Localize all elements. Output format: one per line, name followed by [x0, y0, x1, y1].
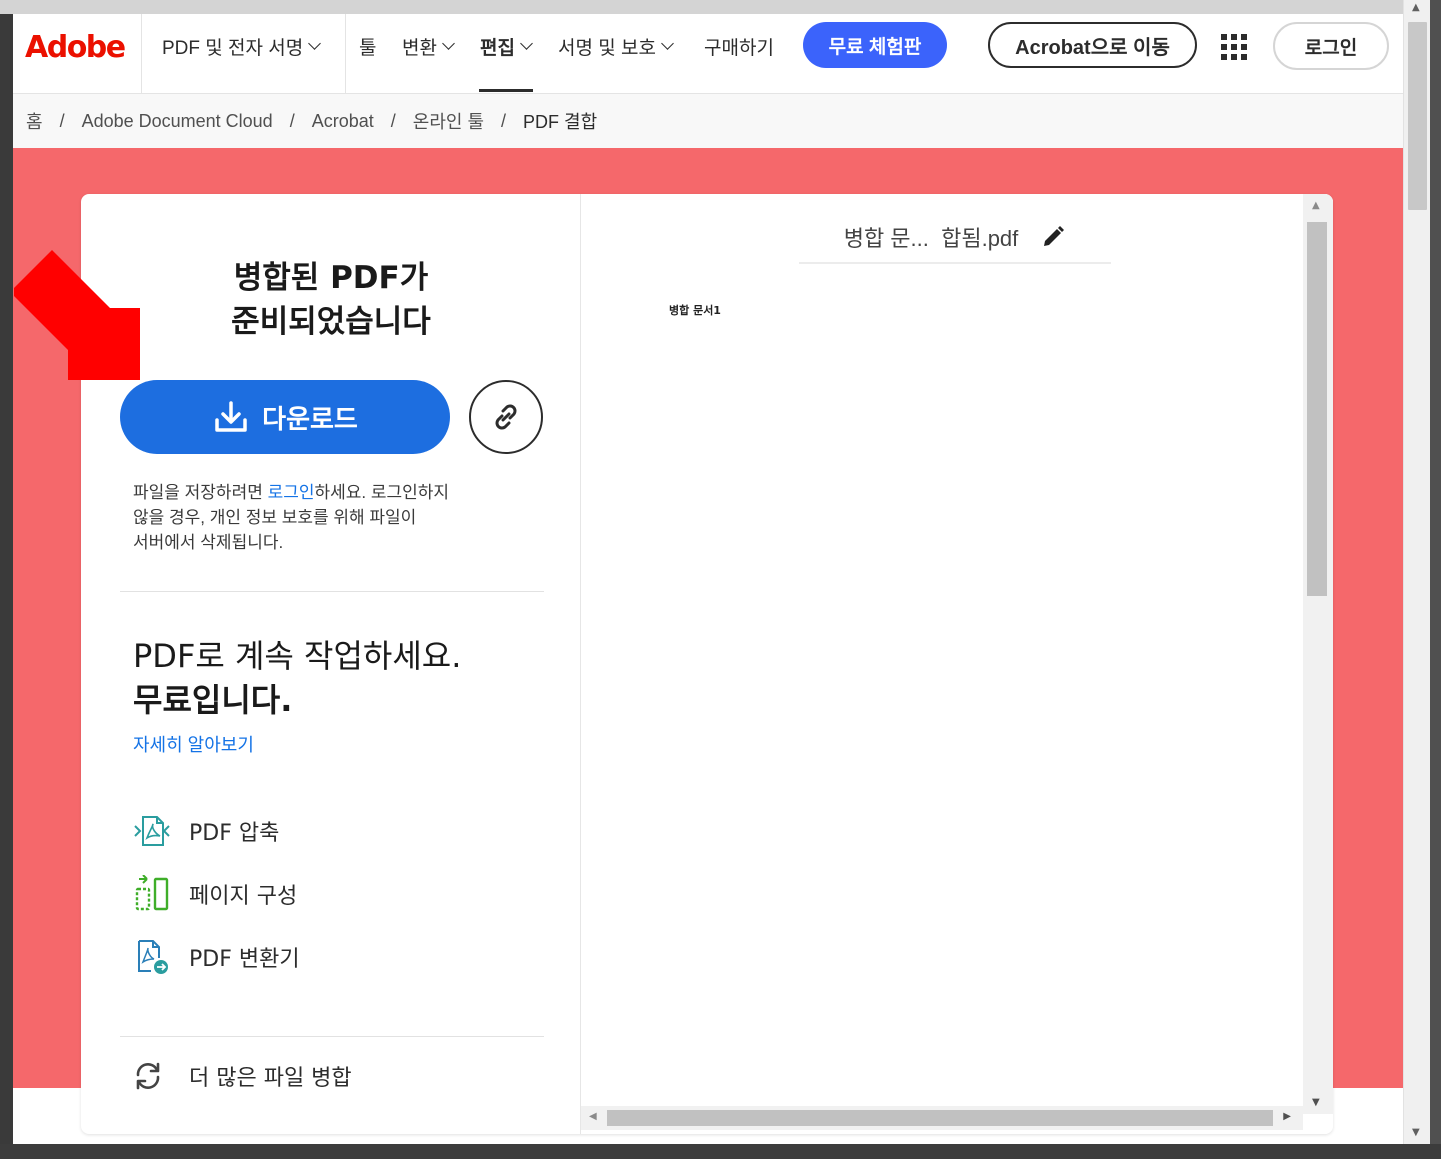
breadcrumb-current-page: PDF 결합 — [523, 112, 598, 132]
window-right-border — [1430, 0, 1441, 1144]
tool-organize-pages[interactable]: 페이지 구성 — [133, 874, 297, 914]
breadcrumb: 홈 / Adobe Document Cloud / Acrobat / 온라인… — [13, 94, 1403, 148]
scroll-right-arrow-icon[interactable]: ▶ — [1283, 1111, 1291, 1122]
browser-window: Adobe PDF 및 전자 서명 툴 변환 편집 서명 및 보호 구매하기 무… — [0, 0, 1441, 1159]
tool-label: PDF 압축 — [189, 821, 280, 846]
download-button-label: 다운로드 — [262, 404, 358, 435]
chevron-down-icon — [308, 36, 322, 50]
merge-more-files-button[interactable]: 더 많은 파일 병합 — [133, 1056, 352, 1096]
nav-separator — [345, 14, 346, 94]
result-title-line1: 병합된 PDF가 — [233, 260, 429, 296]
scrollbar-thumb[interactable] — [1307, 222, 1327, 596]
preview-horizontal-scrollbar[interactable]: ◀ ▶ — [581, 1106, 1303, 1130]
page-vertical-scrollbar[interactable]: ▲ ▼ — [1403, 0, 1430, 1144]
merge-result-card: 병합된 PDF가 준비되었습니다 다운로드 파일을 저장하려면 로그인하세요. … — [81, 194, 1333, 1134]
notice-text: 않을 경우, 개인 정보 보호를 위해 파일이 — [133, 508, 417, 527]
breadcrumb-separator: / — [59, 110, 65, 131]
active-nav-indicator — [479, 89, 533, 92]
scroll-up-arrow-icon[interactable]: ▲ — [1312, 200, 1320, 211]
compress-pdf-icon — [133, 812, 171, 850]
organize-pages-icon — [133, 875, 171, 913]
download-button[interactable]: 다운로드 — [120, 380, 450, 454]
chevron-down-icon — [442, 36, 455, 50]
nav-item-buy[interactable]: 구매하기 — [704, 32, 774, 60]
apps-grid-icon[interactable] — [1221, 34, 1247, 60]
section-divider — [120, 591, 544, 592]
breadcrumb-online-tools[interactable]: 온라인 툴 — [413, 108, 484, 134]
nav-item-label: 서명 및 보호 — [558, 37, 656, 59]
nav-item-label: 툴 — [359, 37, 377, 59]
window-top-border — [0, 0, 1441, 14]
nav-item-label: 변환 — [402, 37, 437, 59]
result-title: 병합된 PDF가 준비되었습니다 — [81, 256, 581, 344]
scroll-up-arrow-icon[interactable]: ▲ — [1412, 2, 1420, 13]
convert-pdf-icon — [133, 938, 171, 976]
link-icon — [495, 404, 517, 430]
result-panel: 병합된 PDF가 준비되었습니다 다운로드 파일을 저장하려면 로그인하세요. … — [81, 194, 581, 1134]
adobe-logo[interactable]: Adobe — [25, 27, 126, 67]
global-nav: Adobe PDF 및 전자 서명 툴 변환 편집 서명 및 보호 구매하기 무… — [13, 14, 1403, 94]
download-icon — [215, 401, 247, 432]
filename-header: 병합 문... 합됨.pdf — [799, 212, 1111, 264]
tool-label: PDF 변환기 — [189, 947, 300, 972]
scroll-down-arrow-icon[interactable]: ▼ — [1412, 1127, 1420, 1138]
breadcrumb-home[interactable]: 홈 — [26, 108, 43, 134]
sign-in-notice: 파일을 저장하려면 로그인하세요. 로그인하지 않을 경우, 개인 정보 보호를… — [133, 480, 533, 555]
preview-vertical-scrollbar[interactable]: ▲ ▼ — [1303, 194, 1333, 1114]
pencil-icon[interactable] — [1040, 224, 1066, 250]
nav-item-edit[interactable]: 편집 — [480, 32, 533, 60]
nav-item-label: 구매하기 — [704, 37, 774, 59]
section-divider — [120, 1036, 544, 1037]
scroll-left-arrow-icon[interactable]: ◀ — [589, 1111, 597, 1122]
scrollbar-thumb[interactable] — [1408, 22, 1427, 210]
scrollbar-thumb[interactable] — [607, 1110, 1273, 1126]
result-title-line2: 준비되었습니다 — [231, 304, 431, 340]
notice-text: 서버에서 삭제됩니다. — [133, 533, 284, 552]
pdf-preview-panel: 병합 문... 합됨.pdf 병합 문서1 ▲ ▼ ◀ ▶ — [581, 194, 1333, 1134]
pdf-page-text: 병합 문서1 — [669, 304, 721, 317]
tool-label: 페이지 구성 — [189, 884, 298, 909]
breadcrumb-separator: / — [390, 110, 396, 131]
free-trial-button[interactable]: 무료 체험판 — [803, 22, 947, 68]
continue-heading-line1: PDF로 계속 작업하세요. — [133, 637, 462, 675]
nav-item-convert[interactable]: 변환 — [402, 32, 455, 60]
share-link-button[interactable] — [469, 380, 543, 454]
notice-text: 파일을 저장하려면 — [133, 483, 268, 502]
nav-separator — [141, 14, 142, 94]
tool-pdf-converter[interactable]: PDF 변환기 — [133, 937, 300, 977]
login-button[interactable]: 로그인 — [1273, 22, 1389, 70]
page-viewport: Adobe PDF 및 전자 서명 툴 변환 편집 서명 및 보호 구매하기 무… — [13, 14, 1403, 1144]
refresh-icon — [133, 1061, 163, 1091]
nav-item-tools[interactable]: 툴 — [359, 32, 376, 60]
filename-text: 병합 문... 합됨.pdf — [843, 226, 1019, 251]
merge-more-label: 더 많은 파일 병합 — [189, 1066, 352, 1091]
breadcrumb-separator: / — [289, 110, 295, 131]
continue-heading-line2: 무료입니다. — [133, 681, 293, 719]
notice-text: 하세요. 로그인하지 — [314, 483, 450, 502]
nav-item-label: 편집 — [480, 37, 515, 59]
chevron-down-icon — [661, 36, 674, 50]
sign-in-link[interactable]: 로그인 — [268, 483, 315, 502]
breadcrumb-separator: / — [501, 110, 507, 131]
nav-item-sign-protect[interactable]: 서명 및 보호 — [558, 32, 674, 60]
continue-heading: PDF로 계속 작업하세요. 무료입니다. — [133, 634, 461, 722]
learn-more-link[interactable]: 자세히 알아보기 — [133, 731, 254, 757]
window-bottom-border — [0, 1144, 1441, 1159]
scroll-down-arrow-icon[interactable]: ▼ — [1312, 1097, 1320, 1108]
chevron-down-icon — [520, 36, 533, 50]
breadcrumb-acrobat[interactable]: Acrobat — [312, 111, 374, 132]
nav-item-pdf-esign[interactable]: PDF 및 전자 서명 — [162, 32, 322, 60]
annotation-arrow-icon — [14, 250, 140, 380]
go-to-acrobat-button[interactable]: Acrobat으로 이동 — [988, 22, 1197, 68]
nav-item-label: PDF 및 전자 서명 — [162, 37, 304, 59]
tool-compress-pdf[interactable]: PDF 압축 — [133, 811, 279, 851]
breadcrumb-document-cloud[interactable]: Adobe Document Cloud — [82, 111, 273, 132]
